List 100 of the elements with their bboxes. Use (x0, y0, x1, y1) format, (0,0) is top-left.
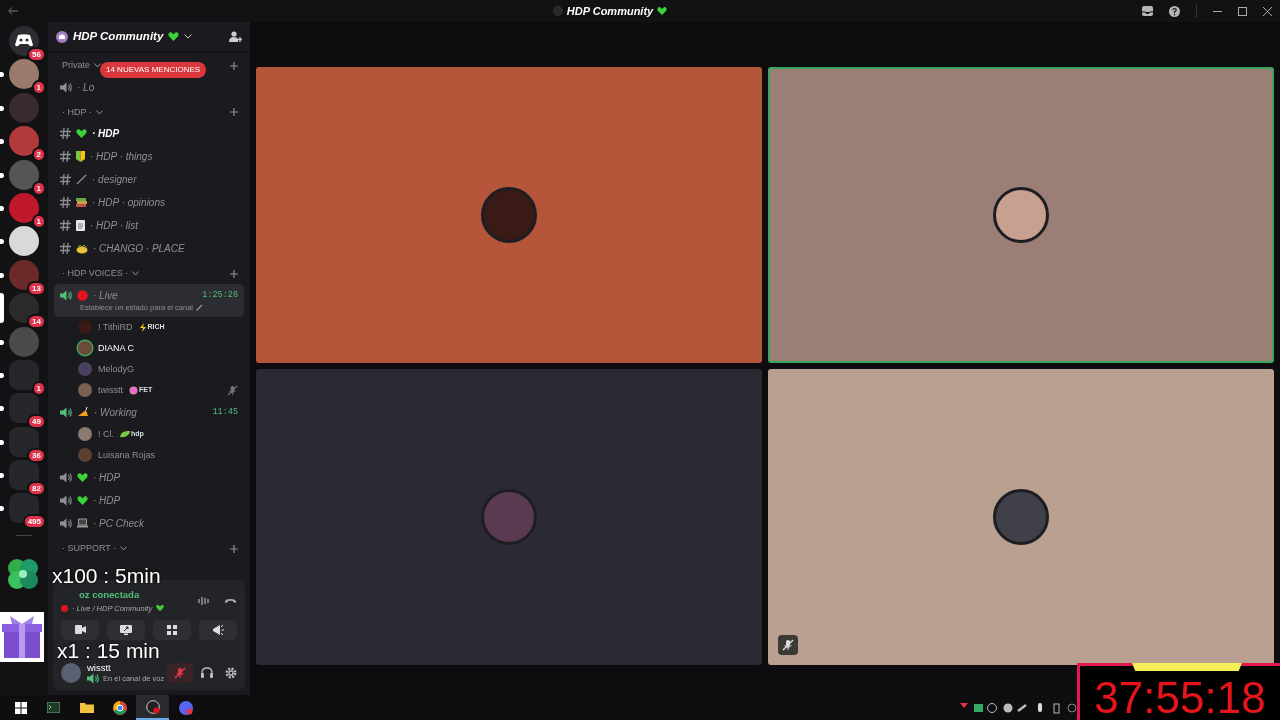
help-icon[interactable] (1169, 5, 1180, 17)
browser-icon (112, 700, 127, 715)
camera-button[interactable] (61, 619, 99, 640)
cake-icon (77, 407, 89, 418)
soundwave-icon[interactable] (198, 596, 210, 606)
user-name[interactable]: wisstt (87, 661, 165, 673)
hash-icon (60, 174, 71, 185)
channel-name[interactable]: · Lo (77, 79, 95, 95)
call-timer: 1:25:26 (202, 288, 238, 302)
countdown-timer: 37:55:18 (1094, 676, 1266, 720)
headset-icon[interactable] (201, 667, 213, 679)
add-member-icon[interactable] (229, 30, 242, 43)
close-icon[interactable] (1263, 6, 1272, 16)
channel-name[interactable]: · Working (94, 404, 137, 420)
books-icon (76, 197, 87, 208)
channel-name[interactable]: · HDP (93, 492, 121, 508)
server-folder[interactable] (9, 393, 39, 424)
chevron-icon (132, 271, 140, 277)
folder-icon (79, 702, 94, 713)
video-tile[interactable] (768, 67, 1274, 363)
pencil-icon[interactable] (196, 303, 203, 311)
channel-name[interactable]: · HDP · list (90, 218, 138, 233)
avatar (61, 662, 81, 683)
server-folder[interactable] (9, 460, 39, 491)
channel-name[interactable]: · HDP · things (90, 149, 153, 164)
unread-badge: 1 (33, 82, 44, 94)
add-icon[interactable] (230, 108, 238, 117)
inbox-icon[interactable] (1142, 6, 1153, 16)
server-icon[interactable] (9, 226, 39, 257)
unread-badge: 495 (24, 516, 44, 528)
channel-name[interactable]: · CHANGO · PLACE (93, 241, 185, 256)
user-name[interactable]: DIANA C (98, 341, 134, 355)
server-icon[interactable] (9, 293, 39, 324)
voice-status: oz conectada (78, 588, 141, 603)
megaphone-icon (212, 624, 224, 635)
unread-badge: 49 (29, 416, 44, 428)
hash-icon (60, 151, 71, 162)
terminal-icon (47, 702, 60, 713)
hang-up-icon[interactable] (224, 598, 237, 604)
chevron-icon (120, 546, 128, 551)
video-tile[interactable] (256, 67, 762, 363)
unread-badge: 2 (33, 149, 44, 161)
hash-icon (60, 197, 71, 208)
video-tile[interactable] (768, 369, 1274, 665)
add-icon[interactable] (230, 269, 238, 278)
recorder-icon (145, 699, 160, 714)
unread-badge: 13 (29, 282, 44, 294)
speaker-icon (87, 672, 99, 684)
channel-name[interactable]: · Live (93, 287, 118, 303)
add-icon[interactable] (230, 61, 238, 70)
category-header[interactable]: Private (62, 59, 90, 73)
back-icon[interactable] (8, 7, 18, 15)
channel-name[interactable]: · HDP (93, 469, 121, 485)
category-header[interactable]: · HDP · (62, 105, 92, 119)
recorder-app[interactable] (136, 695, 169, 720)
user-name[interactable]: MelodyG (98, 362, 134, 376)
unread-badge: 36 (29, 449, 44, 461)
channel-name[interactable]: · HDP (92, 126, 120, 141)
heart-icon (168, 31, 180, 42)
grid-icon (167, 624, 177, 635)
server-icon (56, 30, 68, 43)
heart-icon (77, 471, 88, 483)
user-name[interactable]: ! Cl. (98, 427, 114, 441)
chevron-icon (94, 63, 101, 69)
add-icon[interactable] (230, 544, 238, 553)
unread-badge: 1 (33, 382, 44, 394)
video-tile[interactable] (256, 369, 762, 665)
mute-button[interactable] (167, 662, 193, 683)
channel-name[interactable]: · designer (92, 172, 137, 187)
user-name[interactable]: twisstt (98, 383, 123, 397)
channel-name[interactable]: · PC Check (93, 515, 145, 531)
server-name[interactable]: HDP Community (73, 27, 164, 46)
soundboard-button[interactable] (199, 619, 237, 640)
activities-button[interactable] (153, 619, 191, 640)
lightning-icon (138, 322, 147, 332)
controller-icon (15, 34, 33, 48)
unread-badge: 14 (29, 316, 44, 328)
overlay-text: x1 : 15 min (57, 641, 160, 661)
category-header[interactable]: · SUPPORT · (62, 541, 117, 556)
chat-icon (178, 700, 193, 715)
server-folder[interactable] (9, 426, 39, 457)
home-button[interactable] (9, 26, 39, 56)
maximize-icon[interactable] (1238, 6, 1247, 16)
channel-name[interactable]: · HDP · opinions (92, 195, 165, 210)
settings-icon[interactable] (225, 666, 237, 679)
pencil-icon (76, 174, 87, 185)
hash-icon (60, 220, 71, 231)
server-folder[interactable] (9, 493, 39, 524)
hash-icon (60, 128, 71, 139)
leaf-icon (120, 430, 130, 439)
user-name[interactable]: Luisana Rojas (98, 448, 156, 462)
screen-share-button[interactable] (107, 619, 145, 640)
chevron-icon[interactable] (184, 34, 193, 39)
heart-icon (76, 128, 87, 139)
flower-icon (129, 385, 138, 395)
user-name[interactable]: ! TithiRD (98, 320, 133, 334)
category-header[interactable]: · HDP VOICES · (62, 267, 129, 281)
mentions-pill[interactable]: 14 NUEVAS MENCIONES (100, 62, 207, 78)
mute-icon (174, 666, 186, 679)
shield-icon (76, 151, 85, 162)
